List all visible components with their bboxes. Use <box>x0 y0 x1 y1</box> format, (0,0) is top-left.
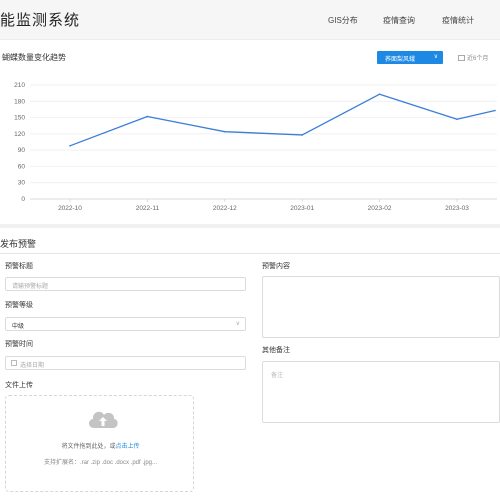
data-point <box>301 134 304 136</box>
species-select-value: 荞面梨风蛾 <box>385 57 416 63</box>
upload-extension-tip: 支持扩展名：.rar .zip .doc .docx .pdf .jpg... <box>43 460 158 466</box>
y-tick-label: 210 <box>14 82 25 89</box>
file-upload-label: 文件上传 <box>5 382 33 389</box>
warning-title-label: 预警标题 <box>5 263 33 270</box>
x-tick-label: 2023-01 <box>290 205 314 212</box>
data-point <box>456 118 458 120</box>
upload-drag-text: 将文件拖到此处，或 <box>61 444 116 450</box>
x-tick-label: 2022-11 <box>136 205 160 212</box>
species-select[interactable]: 荞面梨风蛾 ∨ <box>377 51 443 64</box>
data-point <box>378 93 381 96</box>
section-underline <box>0 253 500 254</box>
chart-title: 蝴蝶数量变化趋势 <box>2 53 66 62</box>
chevron-down-icon: ∨ <box>433 54 438 60</box>
remark-placeholder: 备注 <box>271 373 284 379</box>
top-header: 能监测系统 GIS分布 疫情查询 疫情统计 <box>0 0 500 40</box>
y-tick-label: 120 <box>14 131 25 138</box>
nav-gis-distribution[interactable]: GIS分布 <box>328 15 358 26</box>
click-upload-link[interactable]: 点击上传 <box>116 444 140 450</box>
data-point <box>69 145 71 147</box>
chevron-down-icon: ∨ <box>235 321 240 327</box>
y-tick-label: 150 <box>14 115 25 122</box>
remark-label: 其他备注 <box>262 347 290 354</box>
nav-epidemic-query[interactable]: 疫情查询 <box>383 15 415 26</box>
range-filter[interactable]: 近6个月 <box>458 53 488 62</box>
publish-warning-title: 发布预警 <box>0 239 37 249</box>
file-upload-dropzone[interactable]: 将文件拖到此处，或点击上传 支持扩展名：.rar .zip .doc .docx… <box>5 395 194 492</box>
data-point <box>224 130 226 133</box>
section-divider <box>0 224 500 228</box>
warning-time-placeholder: 选择日期 <box>20 363 45 369</box>
data-point <box>494 109 496 112</box>
x-tick-label: 2022-10 <box>58 205 82 212</box>
warning-level-value: 中级 <box>12 324 25 330</box>
app-title: 能监测系统 <box>0 12 81 29</box>
calendar-icon <box>458 55 465 62</box>
trend-chart: 0 30 60 90 120 150 180 210 2022-10 2022-11 2022-1… <box>14 82 497 212</box>
x-tick-label: 2023-02 <box>368 205 392 212</box>
warning-title-input[interactable]: 请输预警标题 <box>5 277 246 291</box>
warning-content-label: 预警内容 <box>262 263 290 270</box>
warning-title-placeholder: 请输预警标题 <box>12 284 49 290</box>
y-tick-label: 180 <box>14 98 25 105</box>
trend-chart-panel: 0 30 60 90 120 150 180 210 2022-10 2022-11 2022-1… <box>0 46 500 220</box>
remark-textarea[interactable]: 备注 <box>262 361 500 423</box>
warning-level-select[interactable]: 中级 ∨ <box>5 317 246 331</box>
calendar-icon <box>11 360 17 366</box>
series-line <box>69 93 496 147</box>
y-tick-label: 0 <box>21 196 25 203</box>
warning-time-picker[interactable]: 选择日期 <box>5 356 246 370</box>
warning-content-textarea[interactable] <box>262 276 500 338</box>
x-tick-label: 2023-03 <box>445 205 469 212</box>
range-label: 近6个月 <box>467 56 489 62</box>
data-point <box>146 115 149 118</box>
nav-epidemic-statistics[interactable]: 疫情统计 <box>442 15 474 26</box>
y-tick-label: 60 <box>18 163 26 170</box>
upload-cloud-icon <box>88 411 118 428</box>
x-tick-label: 2022-12 <box>213 205 237 212</box>
warning-level-label: 预警等级 <box>5 302 33 309</box>
upload-instruction: 将文件拖到此处，或点击上传 <box>6 441 195 450</box>
y-tick-label: 30 <box>18 180 26 187</box>
warning-time-label: 预警时间 <box>5 341 33 348</box>
y-tick-label: 90 <box>18 147 26 154</box>
